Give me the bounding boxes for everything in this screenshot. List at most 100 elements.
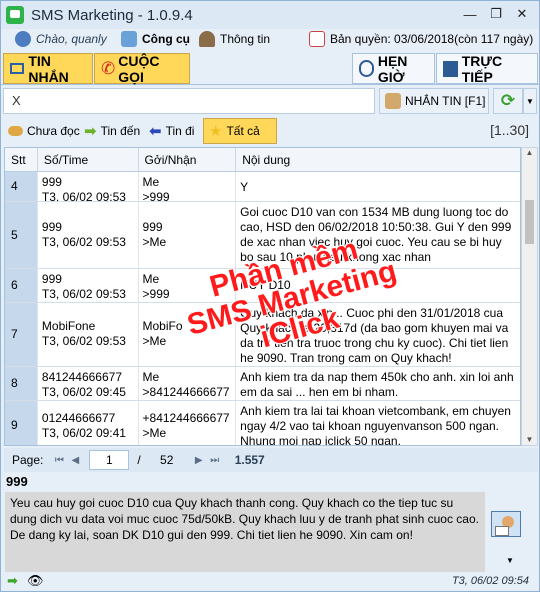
reply-icon[interactable]: [491, 507, 525, 541]
detail-message: Yeu cau huy goi cuoc D10 cua Quy khach t…: [5, 492, 485, 572]
page-total: 52: [160, 453, 174, 467]
app-logo-icon: [6, 6, 24, 24]
row-content: Anh kiem tra da nap them 450k cho anh. x…: [240, 370, 514, 399]
filter-unread-label: Chưa đọc: [27, 124, 80, 138]
detail-sender: 999: [6, 474, 28, 489]
row-number: 999: [41, 175, 62, 189]
row-send-receive: 999 >Me: [139, 202, 237, 268]
send-message-button[interactable]: NHẮN TIN [F1]: [379, 88, 489, 114]
row-time: T3, 06/02 09:53: [41, 287, 126, 301]
phone-icon: ✆: [101, 58, 116, 78]
tab-schedule[interactable]: HẸN GIỜ: [352, 52, 435, 85]
maximize-button[interactable]: ❐: [483, 4, 509, 24]
row-send-receive: +841244666677 >Me: [139, 401, 237, 445]
app-window: SMS Marketing - 1.0.9.4 — ❐ ✕ Chào, quan…: [0, 0, 540, 592]
send-label: NHẮN TIN [F1]: [405, 94, 486, 108]
refresh-dropdown[interactable]: ▼: [523, 88, 537, 114]
filter-outgoing-label: Tin đi: [165, 124, 195, 138]
first-page-icon[interactable]: ⏮: [51, 455, 67, 466]
row-sender: 999: [142, 220, 163, 234]
row-stt: 9: [5, 401, 38, 445]
profile-label: Thông tin: [220, 32, 271, 46]
row-send-receive: Me >841244666677: [139, 367, 237, 400]
tab-sms[interactable]: TIN NHẮN: [3, 53, 93, 85]
col-stt[interactable]: Stt: [5, 148, 38, 171]
status-bar: ➡ 👁 T3, 06/02 09:54: [1, 572, 539, 592]
row-receiver: >Me: [142, 426, 167, 440]
book-icon: [443, 60, 458, 77]
refresh-button[interactable]: ⟳: [493, 88, 523, 114]
col-number-time[interactable]: Số/Time: [38, 148, 139, 171]
tab-live[interactable]: TRỰC TIẾP: [436, 53, 538, 85]
clock-icon: [359, 60, 374, 77]
tab-calls[interactable]: ✆ CUỘC GỌI: [94, 52, 190, 85]
arrow-right-icon: ➡: [84, 123, 97, 140]
row-stt: 7: [5, 303, 38, 366]
main-tabs: TIN NHẮN ✆ CUỘC GỌI HẸN GIỜ TRỰC TIẾP: [1, 51, 539, 85]
filter-bar: Chưa đọc ➡ Tin đến ⬅ Tin đi ★ Tất cả [1.…: [1, 117, 539, 145]
row-time: T3, 06/02 09:53: [41, 190, 126, 201]
scroll-down-icon[interactable]: ▼: [522, 435, 537, 444]
tab-calls-label: CUỘC GỌI: [118, 52, 160, 85]
next-page-icon[interactable]: ▶: [191, 455, 207, 466]
pager: Page: ⏮ ◀ 1 / 52 ▶ ⏭ 1.557: [4, 448, 538, 472]
send-icon: [385, 93, 401, 109]
minimize-button[interactable]: —: [457, 4, 483, 24]
table-header: Stt Số/Time Gởi/Nhận Nội dung: [5, 148, 520, 172]
filter-incoming-label: Tin đến: [100, 124, 141, 138]
table-scrollbar[interactable]: ▲ ▼: [521, 147, 538, 446]
row-number-time: 999 T3, 06/02 09:53: [38, 172, 139, 201]
row-receiver: >Me: [142, 235, 167, 249]
row-receiver: >999: [142, 190, 170, 201]
star-icon: ★: [209, 123, 223, 140]
table-row[interactable]: 4 999 T3, 06/02 09:53 Me >999 Y: [5, 172, 520, 202]
tab-schedule-label: HẸN GIỜ: [377, 52, 408, 85]
col-content[interactable]: Nội dung: [236, 148, 520, 171]
scroll-thumb[interactable]: [525, 200, 534, 244]
filter-outgoing[interactable]: ⬅ Tin đi: [144, 118, 199, 144]
row-sender: Me: [142, 175, 160, 189]
scroll-up-icon[interactable]: ▲: [522, 148, 537, 157]
record-count: 1.557: [234, 453, 265, 467]
row-send-receive: Me >999: [139, 172, 237, 201]
filter-unread[interactable]: Chưa đọc: [3, 118, 85, 144]
forward-icon[interactable]: ➡: [7, 573, 18, 589]
row-sender: Me: [142, 370, 160, 384]
row-number-time: 01244666677 T3, 06/02 09:41: [38, 401, 139, 445]
compose-row: X NHẮN TIN [F1] ⟳ ▼: [1, 87, 539, 115]
row-number: MobiFone: [41, 319, 96, 333]
col-send-receive[interactable]: Gởi/Nhận: [139, 148, 237, 171]
close-button[interactable]: ✕: [509, 4, 535, 24]
page-input[interactable]: 1: [89, 450, 130, 470]
table-row[interactable]: 8 841244666677 T3, 06/02 09:45 Me >8412446…: [5, 367, 520, 401]
message-range: [1..30]: [490, 122, 529, 138]
row-receiver: >841244666677: [142, 385, 230, 399]
info-bar: Chào, quanly Công cụ Thông tin Bản quyền…: [1, 29, 539, 51]
filter-all[interactable]: ★ Tất cả: [203, 118, 277, 144]
row-number-time: 841244666677 T3, 06/02 09:45: [38, 367, 139, 400]
row-stt: 5: [5, 202, 38, 268]
row-stt: 8: [5, 367, 38, 400]
profile-menu[interactable]: Thông tin: [199, 31, 270, 47]
title-bar[interactable]: SMS Marketing - 1.0.9.4 — ❐ ✕: [1, 1, 539, 29]
row-number-time: 999 T3, 06/02 09:53: [38, 269, 139, 302]
recipient-input[interactable]: X: [3, 88, 375, 114]
table-row[interactable]: 9 01244666677 T3, 06/02 09:41 +8412446666…: [5, 401, 520, 445]
eye-icon[interactable]: 👁: [27, 573, 44, 589]
tools-icon: [121, 31, 137, 47]
inbox-icon: [8, 126, 23, 136]
detail-timestamp: T3, 06/02 09:54: [451, 575, 529, 587]
tools-menu[interactable]: Công cụ: [121, 31, 190, 47]
row-sender: +841244666677: [142, 411, 230, 425]
filter-all-label: Tất cả: [226, 124, 260, 138]
last-page-icon[interactable]: ⏭: [207, 455, 223, 466]
reply-dropdown-icon[interactable]: ▼: [506, 556, 514, 565]
row-time: T3, 06/02 09:41: [41, 426, 126, 440]
user-group-icon: [15, 31, 31, 47]
greeting-item[interactable]: Chào, quanly: [15, 31, 107, 47]
envelope-icon: [10, 63, 25, 74]
filter-incoming[interactable]: ➡ Tin đến: [79, 118, 145, 144]
license-label: Bản quyền: 03/06/2018(còn 117 ngày): [330, 32, 534, 46]
row-stt: 6: [5, 269, 38, 302]
prev-page-icon[interactable]: ◀: [67, 455, 83, 466]
